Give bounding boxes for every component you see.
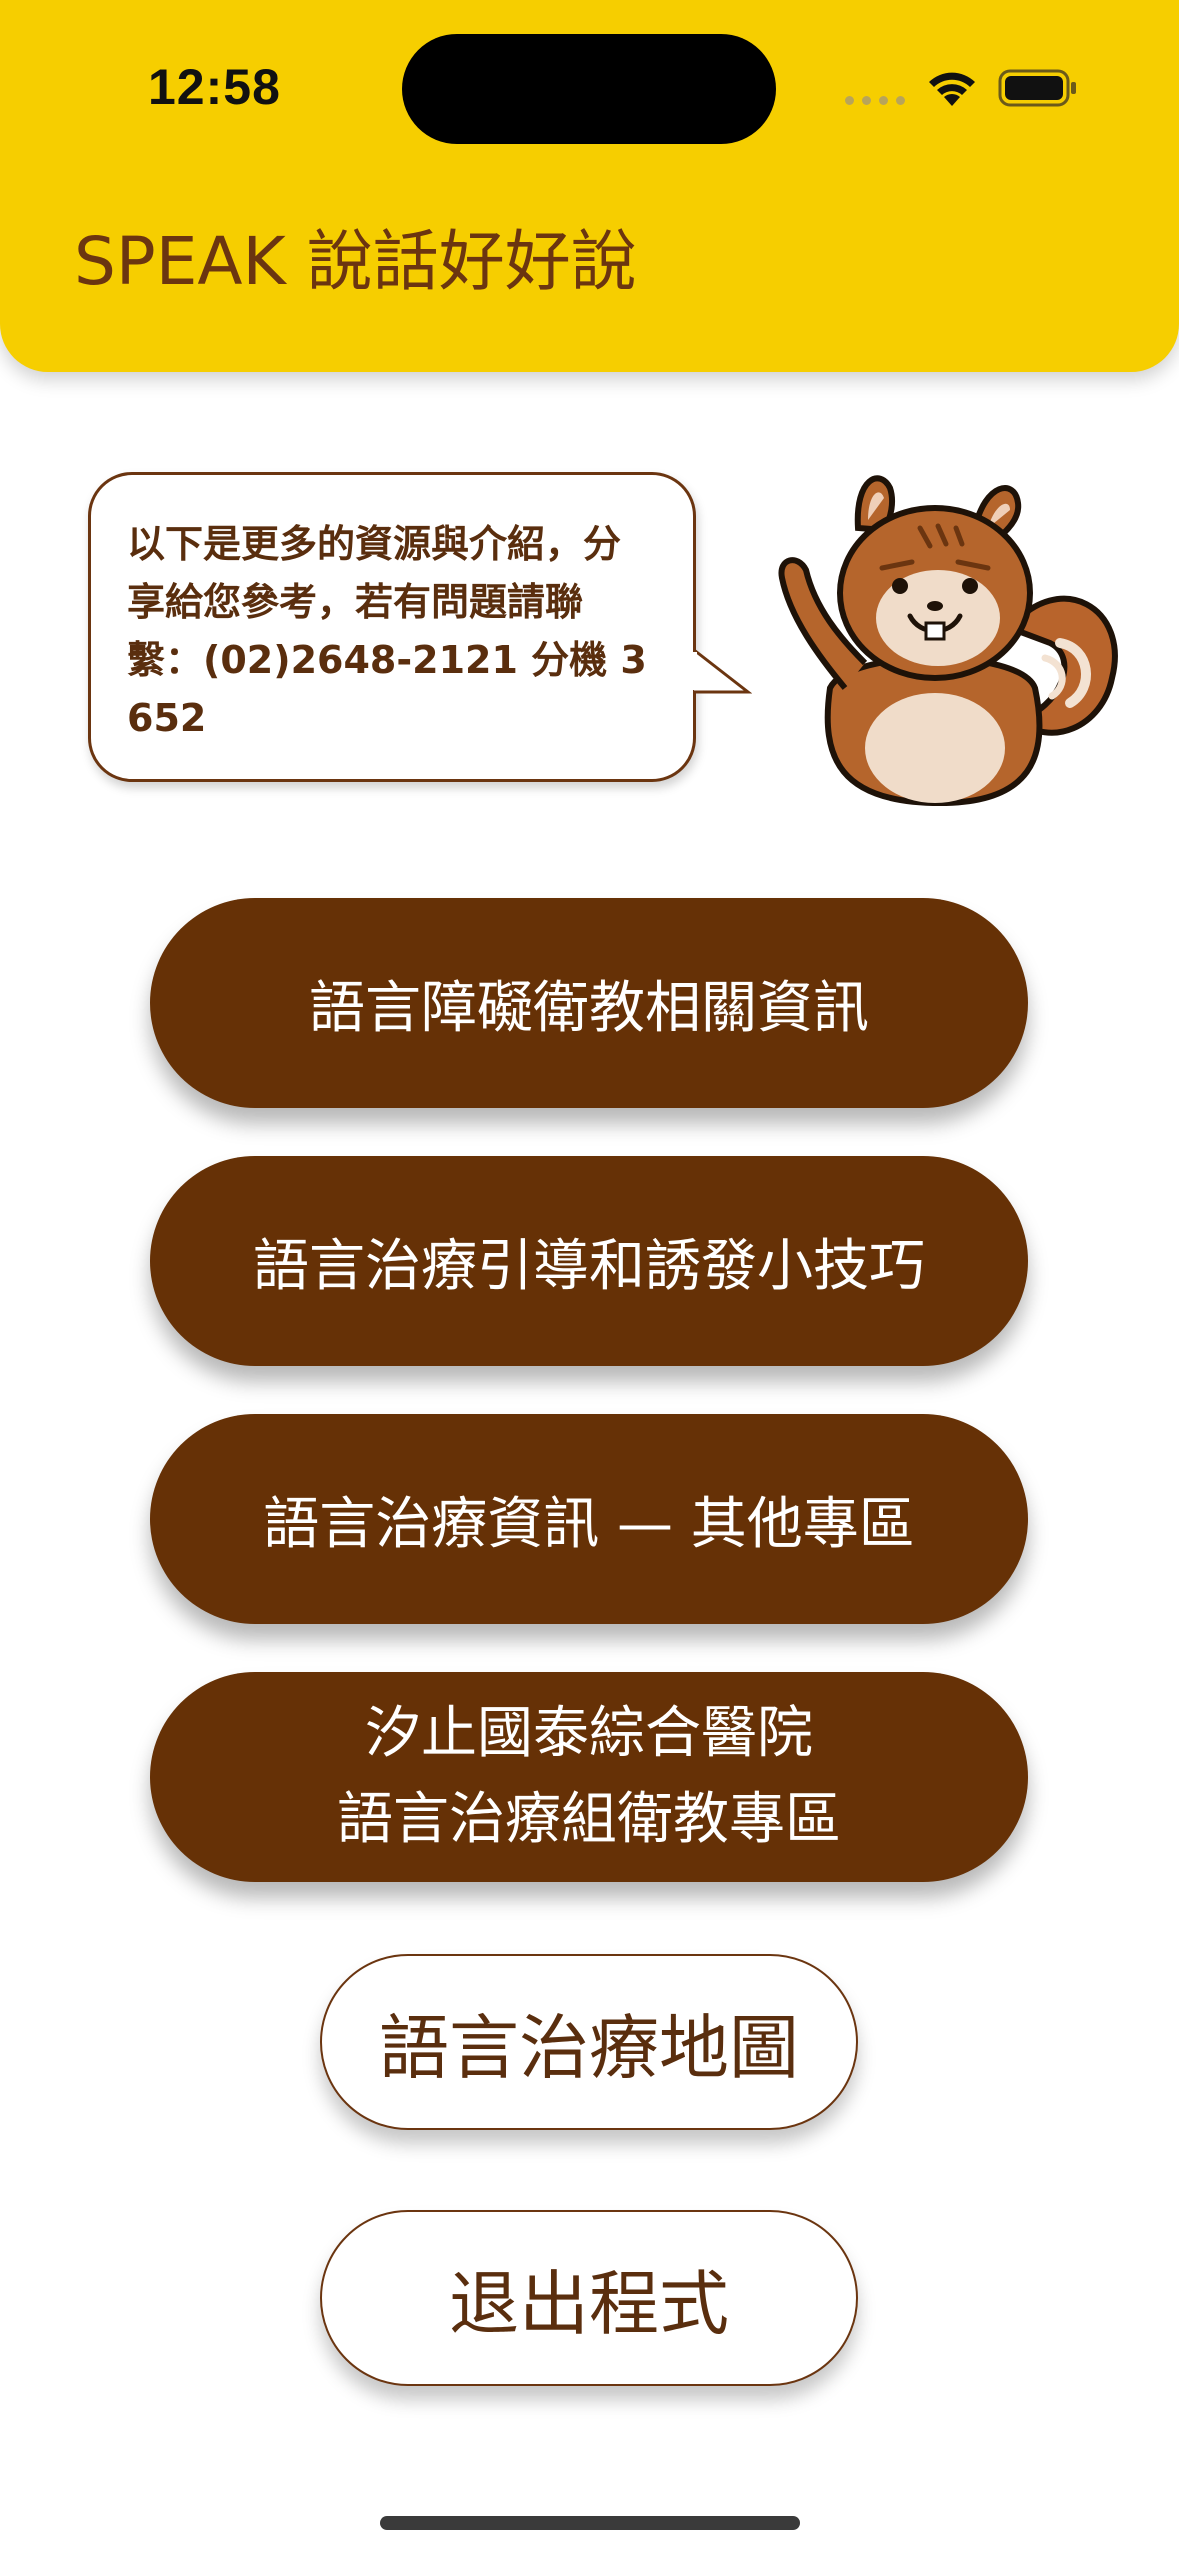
cellular-signal-icon	[845, 96, 905, 105]
speech-bubble-tail	[692, 648, 752, 694]
therapy-map-label: 語言治療地圖	[379, 2006, 799, 2089]
contact-message: 以下是更多的資源與介紹，分享給您參考，若有問題請聯繫：(02)2648-2121…	[127, 522, 647, 740]
exit-app-button[interactable]: 退出程式	[320, 2210, 858, 2386]
app-header: 12:58 SPEAK 說話好好說	[0, 0, 1179, 372]
screen: 12:58 SPEAK 說話好好說 以下是更多的資源與介紹，分享給您參考，若有問…	[0, 0, 1179, 2556]
therapy-tips-label: 語言治療引導和誘發小技巧	[253, 1233, 925, 1299]
hospital-education-button[interactable]: 汐止國泰綜合醫院 語言治療組衛教專區	[150, 1672, 1028, 1882]
wifi-icon	[929, 72, 975, 106]
therapy-map-button[interactable]: 語言治療地圖	[320, 1954, 858, 2130]
battery-icon	[998, 69, 1076, 107]
app-title: SPEAK 說話好好說	[74, 223, 637, 300]
speech-bubble: 以下是更多的資源與介紹，分享給您參考，若有問題請聯繫：(02)2648-2121…	[88, 472, 696, 782]
hospital-education-label-line1: 汐止國泰綜合醫院	[365, 1701, 813, 1766]
squirrel-mascot-icon	[778, 475, 1118, 807]
other-resources-button[interactable]: 語言治療資訊 — 其他專區	[150, 1414, 1028, 1624]
exit-app-label: 退出程式	[449, 2262, 729, 2345]
status-time: 12:58	[148, 59, 281, 115]
dynamic-island	[402, 34, 776, 144]
hospital-education-label-line2: 語言治療組衛教專區	[337, 1787, 841, 1852]
speech-disorder-info-button[interactable]: 語言障礙衛教相關資訊	[150, 898, 1028, 1108]
speech-disorder-info-label: 語言障礙衛教相關資訊	[309, 975, 869, 1041]
other-resources-label: 語言治療資訊 — 其他專區	[263, 1491, 915, 1557]
home-indicator[interactable]	[380, 2516, 800, 2530]
therapy-tips-button[interactable]: 語言治療引導和誘發小技巧	[150, 1156, 1028, 1366]
